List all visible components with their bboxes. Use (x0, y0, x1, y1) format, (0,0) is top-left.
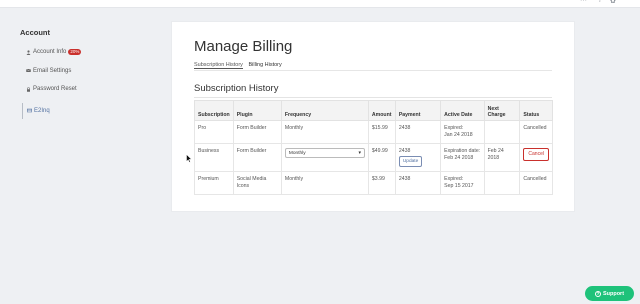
lock-icon (27, 86, 30, 92)
plugin-cell: Form Builder (232, 143, 282, 172)
frequency-select-value: Monthly (288, 150, 306, 156)
menu-icon[interactable]: ··· (580, 0, 587, 4)
page-title: Manage Billing (194, 38, 293, 55)
settings-icon[interactable]: ✿ (610, 0, 616, 5)
sidebar-item-password-reset[interactable]: Password Reset (26, 84, 160, 94)
table-row: Business Form Builder Monthly ▾ $49.99 2… (194, 143, 553, 172)
next-charge-cell (483, 120, 521, 144)
status-cell: Cancelled (519, 120, 553, 144)
sidebar-title: Account (20, 28, 50, 37)
column-header: Subscription (194, 100, 234, 121)
column-header: Amount (367, 100, 396, 121)
active-label: Expired: (444, 125, 464, 131)
subscription-cell: Pro (194, 120, 234, 144)
column-header: Frequency (280, 100, 369, 121)
active-date: Feb 24 2018 (444, 155, 474, 161)
divider (194, 97, 552, 98)
column-header: Payment (394, 100, 442, 121)
user-icon (26, 49, 31, 55)
completion-badge: 20% (68, 49, 82, 55)
column-header: Next Charge (483, 100, 521, 121)
plugin-cell: Social Media Icons (232, 171, 282, 195)
sidebar-item-label: E2Inq (34, 107, 50, 114)
active-label: Expiration date: (444, 148, 481, 154)
tab-bar: Subscription History Billing History (194, 62, 552, 71)
sidebar: Account Account Info 20% Email Settings … (20, 28, 160, 127)
table-header-row: Subscription Plugin Frequency Amount Pay… (194, 100, 553, 121)
frequency-cell: Monthly (280, 171, 369, 195)
active-date-cell: Expired: Jan 24 2018 (440, 120, 485, 144)
envelope-icon (26, 68, 31, 72)
active-label: Expired: (444, 176, 464, 182)
subscription-table: Subscription Plugin Frequency Amount Pay… (194, 100, 553, 195)
amount-cell: $49.99 (367, 143, 396, 172)
billing-card: Manage Billing Subscription History Bill… (171, 21, 575, 212)
column-header: Plugin (232, 100, 282, 121)
active-date-cell: Expiration date: Feb 24 2018 (440, 143, 485, 172)
frequency-cell: Monthly (280, 120, 369, 144)
card-icon (27, 108, 32, 113)
sidebar-item-label: Email Settings (33, 67, 72, 74)
subscription-cell: Business (194, 143, 234, 172)
plugin-cell: Form Builder (232, 120, 282, 144)
payment-value: 2438 (398, 148, 411, 154)
support-button[interactable]: ? Support (585, 286, 634, 301)
sidebar-item-label: Account Info (33, 49, 67, 55)
payment-cell: 2438 Update (394, 143, 442, 172)
amount-cell: $15.99 (367, 120, 396, 144)
active-date: Jan 24 2018 (444, 132, 473, 138)
next-charge-cell (483, 171, 521, 195)
section-title: Subscription History (194, 83, 279, 94)
frequency-cell: Monthly ▾ (280, 143, 369, 172)
payment-cell: 2438 (394, 120, 442, 144)
next-charge-cell: Feb 24 2018 (483, 143, 521, 172)
tab-billing-history[interactable]: Billing History (248, 62, 281, 68)
help-icon[interactable]: ? (598, 0, 602, 4)
sidebar-item-billing[interactable]: E2Inq (22, 102, 160, 119)
tab-subscription-history[interactable]: Subscription History (194, 62, 243, 69)
cancel-subscription-button[interactable]: Cancel (523, 148, 549, 161)
sidebar-item-account-info[interactable]: Account Info 20% (26, 47, 160, 57)
update-payment-button[interactable]: Update (398, 156, 423, 167)
frequency-select[interactable]: Monthly ▾ (284, 148, 365, 158)
status-cell: Cancelled (519, 171, 553, 195)
sidebar-item-label: Password Reset (33, 86, 77, 92)
support-label: Support (602, 290, 625, 297)
sidebar-item-email-settings[interactable]: Email Settings (26, 66, 160, 76)
subscription-cell: Premium (194, 171, 234, 195)
amount-cell: $3.99 (367, 171, 396, 195)
chevron-down-icon: ▾ (358, 150, 361, 156)
column-header: Status (519, 100, 553, 121)
table-row: Premium Social Media Icons Monthly $3.99… (194, 171, 553, 195)
table-row: Pro Form Builder Monthly $15.99 2438 Exp… (194, 120, 553, 144)
question-icon: ? (594, 290, 601, 297)
active-date: Sep 15 2017 (444, 183, 474, 189)
payment-cell: 2438 (394, 171, 442, 195)
column-header: Active Date (440, 100, 485, 121)
status-cell: Cancel (519, 143, 553, 172)
active-date-cell: Expired: Sep 15 2017 (440, 171, 485, 195)
top-bar: ··· ? ✿ (0, 0, 640, 8)
mouse-cursor-icon (186, 154, 192, 163)
